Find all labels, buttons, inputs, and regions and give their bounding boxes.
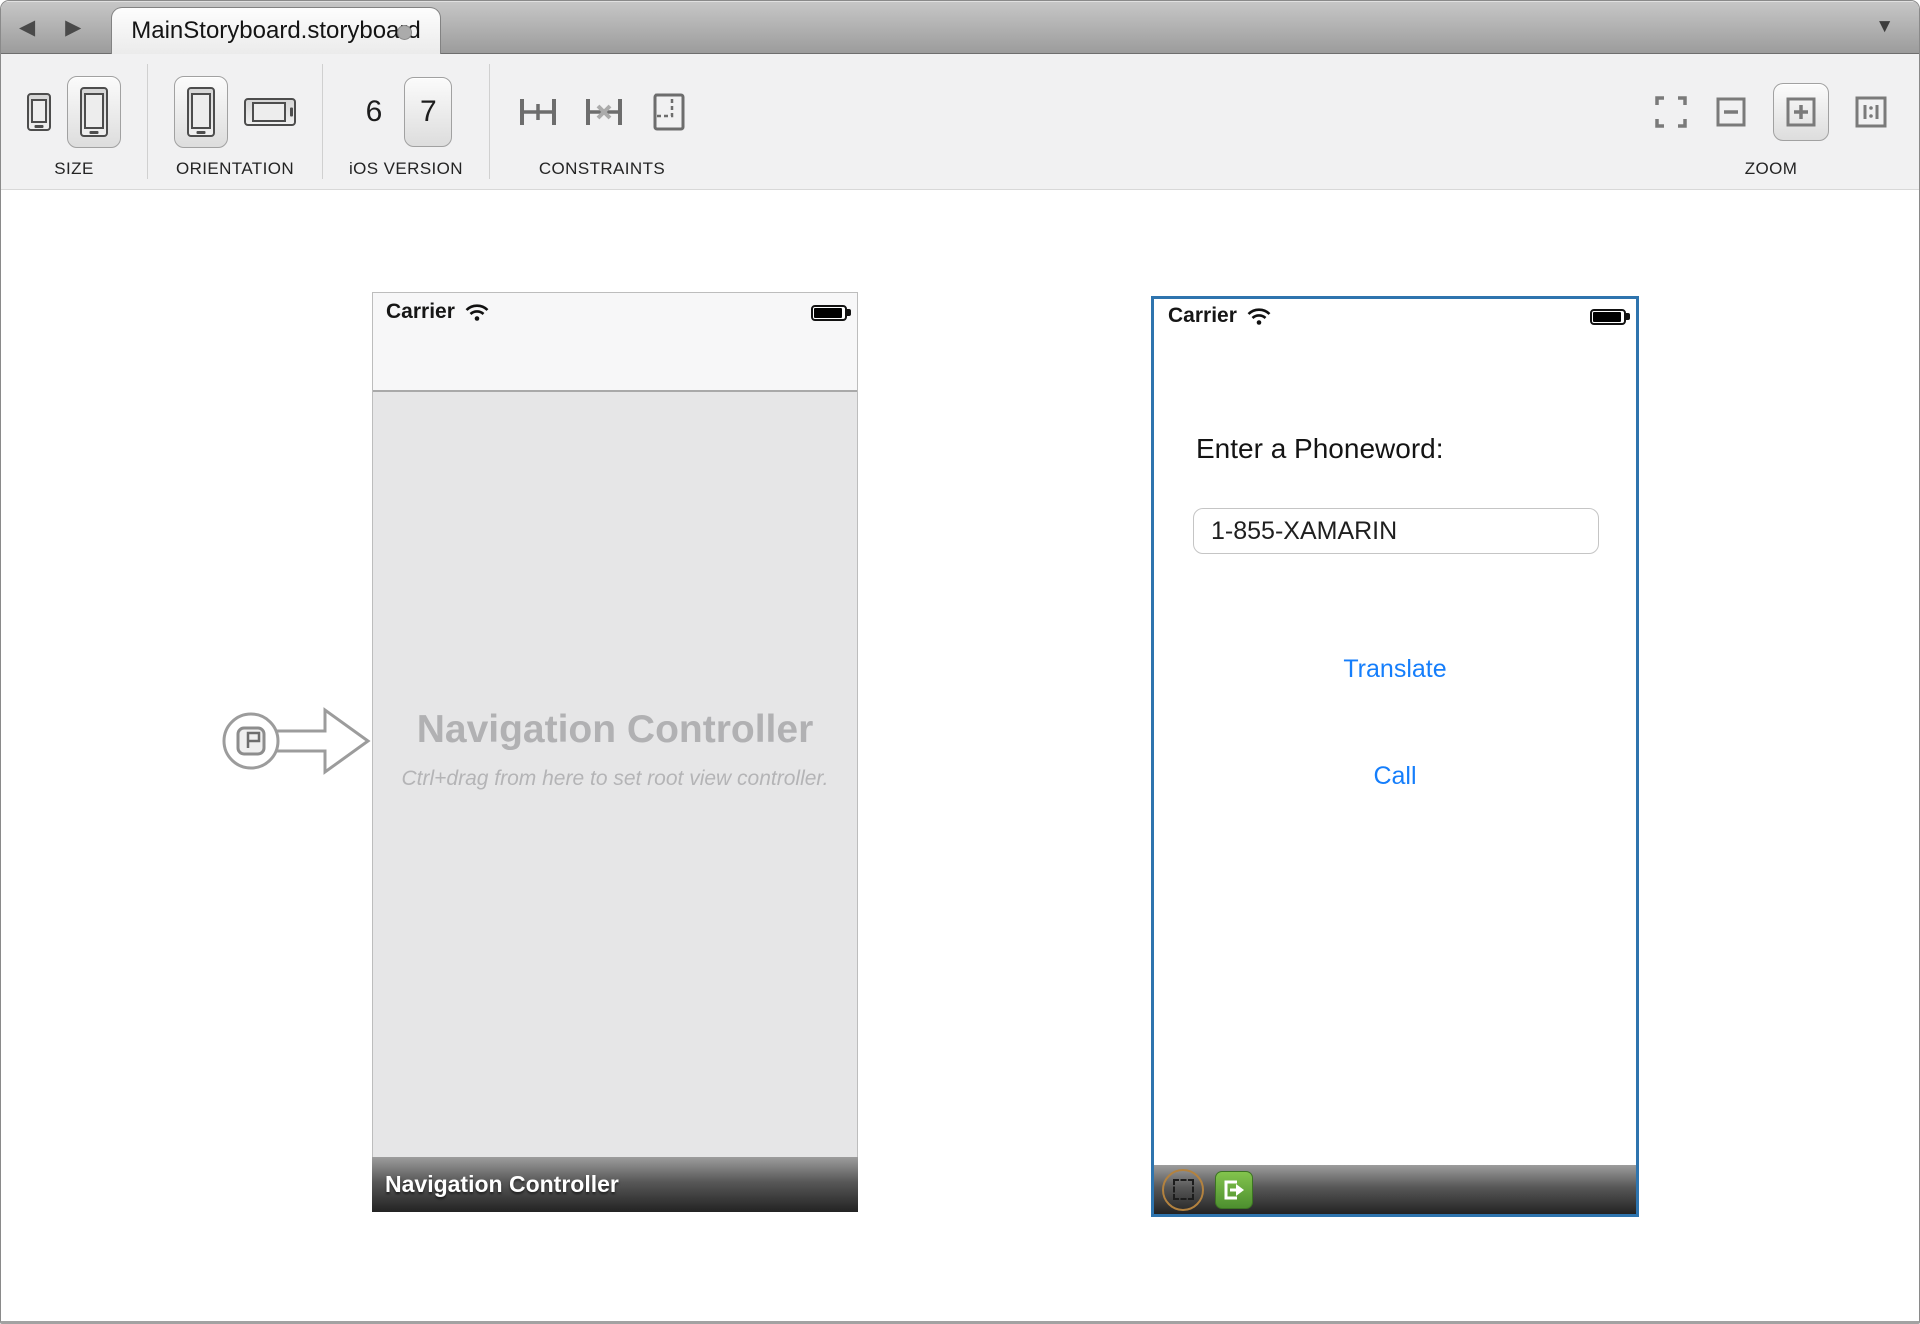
dashed-view-glyph — [1173, 1179, 1194, 1200]
nav-controller-hint: Ctrl+drag from here to set root view con… — [373, 767, 857, 791]
nav-controller-footer-label: Navigation Controller — [385, 1171, 619, 1198]
forward-arrow-icon[interactable]: ▶ — [65, 17, 81, 38]
designer-toolbar: SIZE ORIENTATION 6 7 iOS VERSION — [1, 54, 1919, 190]
tab-mainstoryboard[interactable]: MainStoryboard.storyboard — [111, 7, 441, 54]
update-frames-icon[interactable] — [648, 92, 688, 132]
battery-icon — [811, 305, 847, 321]
nav-controller-placeholder: Navigation Controller Ctrl+drag from her… — [373, 708, 857, 791]
ios7-button-label: 7 — [420, 95, 437, 129]
orientation-portrait-button[interactable] — [174, 76, 228, 148]
nav-controller-footer-bar[interactable]: Navigation Controller — [372, 1157, 858, 1212]
storyboard-entry-point-arrow[interactable] — [217, 700, 379, 782]
size-label: SIZE — [54, 159, 93, 179]
orientation-label: ORIENTATION — [176, 159, 294, 179]
zoom-out-icon[interactable] — [1713, 94, 1749, 130]
back-arrow-icon[interactable]: ◀ — [19, 17, 35, 38]
tab-overflow-icon[interactable]: ▼ — [1875, 16, 1894, 38]
tab-title: MainStoryboard.storyboard — [131, 17, 420, 45]
size-small-phone-icon[interactable] — [27, 93, 51, 131]
constraints-group: CONSTRAINTS — [510, 54, 694, 189]
constraints-label: CONSTRAINTS — [539, 159, 665, 179]
toolbar-spacer — [694, 54, 1647, 189]
toolbar-separator — [322, 64, 323, 179]
size-large-phone-button[interactable] — [67, 76, 121, 148]
orientation-group: ORIENTATION — [168, 54, 302, 189]
nav-controller-title: Navigation Controller — [373, 708, 857, 752]
view-icon[interactable] — [1162, 1169, 1204, 1211]
storyboard-canvas[interactable]: Carrier Navigation Controller Ctrl+drag … — [1, 190, 1919, 1321]
ios-version-group: 6 7 iOS VERSION — [343, 54, 469, 189]
toolbar-separator — [147, 64, 148, 179]
phoneword-input[interactable] — [1193, 508, 1599, 554]
remove-constraint-icon[interactable] — [582, 92, 626, 132]
status-bar: Carrier — [1168, 304, 1272, 328]
view-controller-frame[interactable]: Carrier Enter a Phoneword: Translate Cal… — [1151, 296, 1639, 1217]
navigation-controller-frame[interactable]: Carrier Navigation Controller Ctrl+drag … — [372, 292, 858, 1212]
zoom-group: ZOOM — [1647, 54, 1895, 189]
battery-icon — [1590, 309, 1626, 325]
exit-segue-icon[interactable] — [1215, 1171, 1253, 1209]
translate-button[interactable]: Translate — [1154, 655, 1636, 684]
size-large-phone-icon — [80, 87, 108, 137]
ios-version-label: iOS VERSION — [349, 159, 463, 179]
call-button[interactable]: Call — [1154, 762, 1636, 791]
zoom-in-button[interactable] — [1773, 83, 1829, 141]
zoom-label: ZOOM — [1745, 159, 1798, 179]
zoom-fit-icon[interactable] — [1653, 94, 1689, 130]
tab-bar: ◀ ▶ MainStoryboard.storyboard ▼ — [1, 1, 1919, 54]
add-constraint-icon[interactable] — [516, 92, 560, 132]
landscape-phone-icon[interactable] — [244, 98, 296, 126]
history-nav: ◀ ▶ — [19, 1, 81, 53]
designer-window: ◀ ▶ MainStoryboard.storyboard ▼ SIZE — [0, 0, 1920, 1324]
wifi-icon — [464, 302, 490, 322]
zoom-in-icon — [1783, 94, 1819, 130]
size-group: SIZE — [21, 54, 127, 189]
ios6-button[interactable]: 6 — [360, 95, 389, 129]
nav-bar-area[interactable]: Carrier — [373, 293, 857, 392]
tab-status-dot[interactable] — [397, 25, 412, 40]
status-bar: Carrier — [386, 300, 490, 324]
carrier-label: Carrier — [386, 300, 455, 324]
toolbar-separator — [489, 64, 490, 179]
wifi-icon — [1246, 306, 1272, 326]
portrait-phone-icon — [187, 87, 215, 137]
phoneword-prompt-label[interactable]: Enter a Phoneword: — [1196, 433, 1444, 465]
carrier-label: Carrier — [1168, 304, 1237, 328]
zoom-actual-size-icon[interactable] — [1853, 94, 1889, 130]
ios7-button[interactable]: 7 — [404, 77, 452, 147]
view-controller-footer-bar[interactable] — [1154, 1165, 1636, 1214]
